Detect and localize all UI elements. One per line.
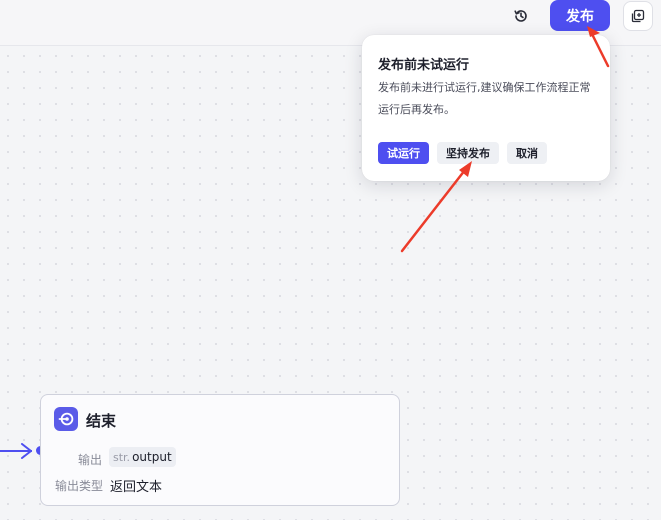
output-label: 输出: [77, 453, 102, 467]
popover-description: 发布前未进行试运行,建议确保工作流程正常运行后再发布。: [378, 81, 591, 116]
end-node-icon: [54, 407, 78, 431]
publish-button[interactable]: 发布: [550, 0, 610, 31]
history-button[interactable]: [509, 4, 533, 28]
output-kind-label: 输出类型: [54, 479, 103, 493]
output-variable-tag: str. output: [109, 447, 176, 467]
popover-actions: 试运行 坚持发布 取消: [378, 142, 547, 164]
popover-title: 发布前未试运行: [378, 58, 470, 73]
copy-icon: [631, 9, 645, 23]
edge-arrowhead: [21, 443, 32, 459]
output-variable-name: output: [132, 450, 172, 464]
cancel-button[interactable]: 取消: [507, 142, 547, 164]
node-title: 结束: [86, 412, 117, 430]
copy-button[interactable]: [623, 1, 653, 31]
force-publish-button[interactable]: 坚持发布: [437, 142, 499, 164]
history-icon: [514, 10, 527, 22]
output-kind-value: 返回文本: [110, 480, 163, 495]
test-run-button[interactable]: 试运行: [378, 142, 429, 164]
output-type-tag: str.: [113, 450, 131, 464]
end-node[interactable]: 结束 输出 str. output 输出类型 返回文本: [40, 394, 400, 506]
publish-confirm-popover: 发布前未试运行 发布前未进行试运行,建议确保工作流程正常运行后再发布。 试运行 …: [362, 35, 610, 181]
